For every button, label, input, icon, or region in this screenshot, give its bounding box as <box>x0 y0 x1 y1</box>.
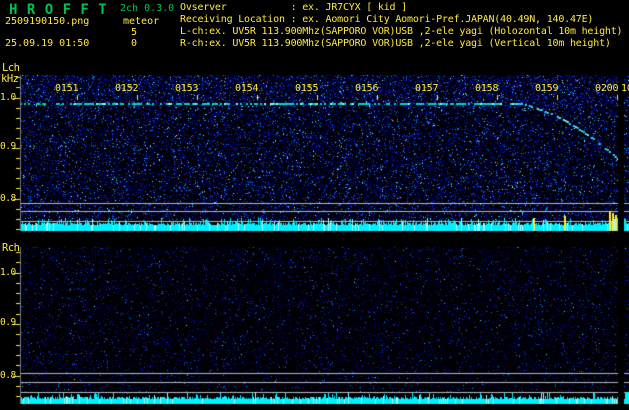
freq-tick-label: 0.8 <box>0 193 16 204</box>
lch-receiver-line: L-ch:ex. UV5R 113.900Mhz(SAPPORO VOR)USB… <box>180 26 623 37</box>
rch-meteor-count: 0 <box>131 38 138 49</box>
time-tick-label: 0155 <box>295 83 319 94</box>
time-tick-label: 0154 <box>235 83 259 94</box>
freq-tick-label: 1.0 <box>0 92 16 103</box>
freq-tick-label: 0.9 <box>0 317 16 328</box>
hrofft-screen: H R O F F T 2ch 0.3.0 2509190150.png met… <box>0 0 629 410</box>
observer-info-line: Ovserver : ex. JR7CYX [ kid ] <box>180 2 407 13</box>
time-tick-label: 0157 <box>415 83 439 94</box>
rch-receiver-line: R-ch:ex. UV5R 113.900Mhz(SAPPORO VOR)USB… <box>180 38 611 49</box>
time-tick-label: 0152 <box>115 83 139 94</box>
freq-tick-label: 1.0 <box>0 267 16 278</box>
app-title: H R O F F T <box>9 2 108 18</box>
freq-tick-label: 0.8 <box>0 370 16 381</box>
meteor-label: meteor <box>123 16 160 27</box>
khz-unit-label: kHz <box>1 73 19 85</box>
lch-meteor-count: 5 <box>131 27 138 38</box>
time-tick-label: 0159 <box>535 83 559 94</box>
output-filename: 2509190150.png <box>5 16 90 27</box>
location-info-line: Receiving Location : ex. Aomori City Aom… <box>180 14 594 25</box>
time-tick-label-partial: 10 <box>621 83 629 94</box>
spectrogram-canvas <box>0 0 629 410</box>
time-tick-label: 0200 <box>595 83 619 94</box>
time-tick-label: 0156 <box>355 83 379 94</box>
freq-tick-label: 0.9 <box>0 141 16 152</box>
time-tick-label: 0151 <box>55 83 79 94</box>
station-info: Ovserver : ex. JR7CYX [ kid ] Receiving … <box>180 2 623 50</box>
time-tick-label: 0158 <box>475 83 499 94</box>
timestamp: 25.09.19 01:50 <box>5 38 90 49</box>
rch-axis-label: Rch <box>2 242 20 254</box>
version-label: 2ch 0.3.0 <box>120 3 175 14</box>
lch-axis-label: Lch <box>2 62 20 74</box>
time-tick-label: 0153 <box>175 83 199 94</box>
